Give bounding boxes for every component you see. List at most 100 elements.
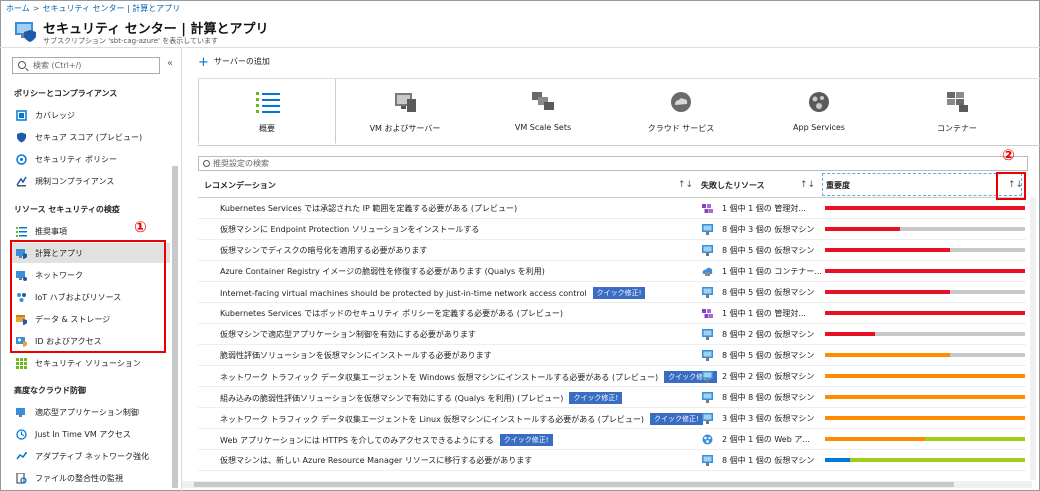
scrollbar-thumb[interactable]	[194, 482, 954, 487]
recommendation-cell: Internet-facing virtual machines should …	[220, 287, 646, 299]
table-row[interactable]: Internet-facing virtual machines should …	[198, 282, 1026, 303]
recommendation-text: ネットワーク トラフィック データ収集エージェントを Windows 仮想マシン…	[220, 373, 659, 382]
vm-icon	[702, 224, 713, 235]
app-service-icon	[809, 92, 829, 112]
table-row[interactable]: 脆弱性評価ソリューションを仮想マシンにインストールする必要があります 8 個中 5…	[198, 345, 1026, 366]
vm-icon	[702, 350, 713, 361]
severity-bar-fill	[825, 227, 900, 231]
sidebar-item-label: 適応型アプリケーション制御	[35, 407, 139, 417]
severity-bar-fill	[825, 311, 1025, 315]
sidebar-item-adaptive-network-hardening[interactable]: アダプティブ ネットワーク強化	[12, 446, 170, 466]
column-header-failed-resources[interactable]: 失敗したリソース	[701, 180, 765, 191]
severity-bar	[825, 416, 1025, 420]
section-advanced-cloud-defense: 高度なクラウド防御	[14, 386, 86, 395]
horizontal-scrollbar[interactable]	[182, 481, 1032, 488]
failed-resources-cell: 8 個中 8 個の 仮想マシン	[722, 393, 815, 402]
recommendation-text: 組み込みの脆弱性評価ソリューションを仮想マシンで有効にする (Qualys を利…	[220, 394, 564, 403]
tab-cloud-services[interactable]: クラウド サービス	[612, 79, 750, 145]
table-row[interactable]: 仮想マシンに Endpoint Protection ソリューションをインストー…	[198, 219, 1026, 240]
failed-resources-cell: 2 個中 2 個の 仮想マシン	[722, 372, 815, 381]
severity-bar	[825, 290, 1025, 294]
severity-bar-fill	[825, 395, 1025, 399]
recommendation-cell: 組み込みの脆弱性評価ソリューションを仮想マシンで有効にする (Qualys を利…	[220, 392, 623, 404]
tab-label: VM Scale Sets	[514, 123, 572, 132]
recommendation-cell: Azure Container Registry イメージの脆弱性を修復する必要…	[220, 266, 545, 277]
sidebar-search-input[interactable]: 検索 (Ctrl+/)	[12, 57, 160, 74]
coverage-icon	[16, 109, 27, 121]
severity-bar-fill	[825, 248, 950, 252]
recommendation-cell: 仮想マシンで適応型アプリケーション制御を有効にする必要があります	[220, 329, 476, 340]
tab-label: クラウド サービス	[647, 124, 715, 133]
sort-failed-icon[interactable]: ↑↓	[800, 180, 815, 190]
tab-containers[interactable]: コンテナー	[888, 79, 1026, 145]
tab-overview[interactable]: 概要	[198, 79, 336, 145]
annotation-number-2: ②	[1002, 146, 1015, 164]
quick-fix-badge[interactable]: クイック修正!	[569, 392, 623, 404]
tab-vm-scale-sets[interactable]: VM Scale Sets	[474, 79, 612, 145]
recommendation-text: Kubernetes Services では承認された IP 範囲を定義する必要…	[220, 204, 518, 213]
table-row[interactable]: 仮想マシンでディスクの暗号化を適用する必要があります 8 個中 5 個の 仮想マシ…	[198, 240, 1026, 261]
table-row[interactable]: Kubernetes Services ではポッドのセキュリティ ポリシーを定義…	[198, 303, 1026, 324]
recommendation-search-input[interactable]: 推奨設定の検索	[198, 156, 1028, 171]
severity-bar	[825, 227, 1025, 231]
cloud-service-icon	[671, 92, 691, 112]
sidebar-scrollbar[interactable]	[172, 166, 178, 488]
sidebar-item-security-policy[interactable]: セキュリティ ポリシー	[12, 149, 170, 169]
failed-resources-cell: 2 個中 1 個の Web ア...	[722, 435, 810, 444]
severity-bar	[825, 248, 1025, 252]
recommendation-text: 脆弱性評価ソリューションを仮想マシンにインストールする必要があります	[220, 351, 492, 360]
recommendation-text: Kubernetes Services ではポッドのセキュリティ ポリシーを定義…	[220, 309, 563, 318]
table-vertical-scrollbar[interactable]	[1030, 197, 1036, 480]
severity-bar	[825, 395, 1025, 399]
table-row[interactable]: 仮想マシンは、新しい Azure Resource Manager リソースに移…	[198, 450, 1026, 471]
quick-fix-badge[interactable]: クイック修正!	[650, 413, 703, 425]
table-row[interactable]: 仮想マシンで適応型アプリケーション制御を有効にする必要があります 8 個中 2 個…	[198, 324, 1026, 345]
severity-bar-fill	[825, 416, 1025, 420]
recommendation-cell: Kubernetes Services ではポッドのセキュリティ ポリシーを定義…	[220, 308, 563, 319]
add-server-button[interactable]: + サーバーの追加	[198, 55, 270, 70]
sidebar-item-adaptive-app-control[interactable]: 適応型アプリケーション制御	[12, 402, 170, 422]
collapse-sidebar-button[interactable]: «	[167, 58, 173, 69]
recommendation-text: ネットワーク トラフィック データ収集エージェントを Linux 仮想マシンにイ…	[220, 415, 645, 424]
failed-resources-cell: 8 個中 2 個の 仮想マシン	[722, 330, 815, 339]
sidebar-item-label: セキュリティ ポリシー	[35, 154, 118, 164]
table-row[interactable]: Kubernetes Services では承認された IP 範囲を定義する必要…	[198, 198, 1026, 219]
vm-icon	[702, 329, 713, 340]
quick-fix-badge[interactable]: クイック修正!	[499, 434, 553, 446]
column-header-recommendation[interactable]: レコメンデーション	[204, 180, 276, 191]
table-row[interactable]: ネットワーク トラフィック データ収集エージェントを Linux 仮想マシンにイ…	[198, 408, 1026, 429]
severity-bar	[825, 374, 1025, 378]
sidebar-item-label: セキュリティ ソリューション	[35, 358, 141, 368]
table-row[interactable]: 組み込みの脆弱性評価ソリューションを仮想マシンで有効にする (Qualys を利…	[198, 387, 1026, 408]
sidebar-item-coverage[interactable]: カバレッジ	[12, 105, 170, 125]
severity-bar-fill	[825, 374, 1025, 378]
kubernetes-icon	[702, 308, 713, 319]
sidebar-item-regulatory-compliance[interactable]: 規制コンプライアンス	[12, 171, 170, 191]
sidebar-item-secure-score[interactable]: セキュア スコア (プレビュー)	[12, 127, 170, 147]
clock-icon	[16, 428, 27, 440]
failed-resources-cell: 8 個中 5 個の 仮想マシン	[722, 246, 815, 255]
column-header-severity[interactable]: 重要度	[826, 180, 850, 191]
severity-bar	[825, 311, 1025, 315]
severity-header-focus	[822, 173, 1022, 196]
quick-fix-badge[interactable]: クイック修正!	[592, 287, 646, 299]
tab-vm-servers[interactable]: VM およびサーバー	[336, 79, 474, 145]
severity-bar	[825, 437, 1025, 441]
breadcrumb-middle[interactable]: セキュリティ センター | 計算とアプリ	[42, 4, 180, 13]
table-row[interactable]: Web アプリケーションには HTTPS を介してのみアクセスできるようにするク…	[198, 429, 1026, 450]
annotation-number-1: ①	[134, 218, 147, 236]
table-row[interactable]: Azure Container Registry イメージの脆弱性を修復する必要…	[198, 261, 1026, 282]
failed-resources-cell: 1 個中 1 個の 管理対...	[722, 309, 806, 318]
failed-resources-cell: 3 個中 3 個の 仮想マシン	[722, 414, 815, 423]
sort-recommendation-icon[interactable]: ↑↓	[678, 180, 693, 190]
sidebar-item-file-integrity-monitoring[interactable]: ファイルの整合性の監視	[12, 468, 170, 488]
vm-icon	[395, 93, 416, 112]
sidebar-item-security-solutions[interactable]: セキュリティ ソリューション	[12, 353, 170, 373]
sidebar-item-jit-vm-access[interactable]: Just In Time VM アクセス	[12, 424, 170, 444]
tab-app-services[interactable]: App Services	[750, 79, 888, 145]
section-resource-security: リソース セキュリティの検疫	[14, 205, 120, 214]
breadcrumb-home[interactable]: ホーム	[6, 4, 30, 13]
table-row[interactable]: ネットワーク トラフィック データ収集エージェントを Windows 仮想マシン…	[198, 366, 1026, 387]
recommendation-text: Azure Container Registry イメージの脆弱性を修復する必要…	[220, 267, 545, 276]
severity-bar	[825, 269, 1025, 273]
